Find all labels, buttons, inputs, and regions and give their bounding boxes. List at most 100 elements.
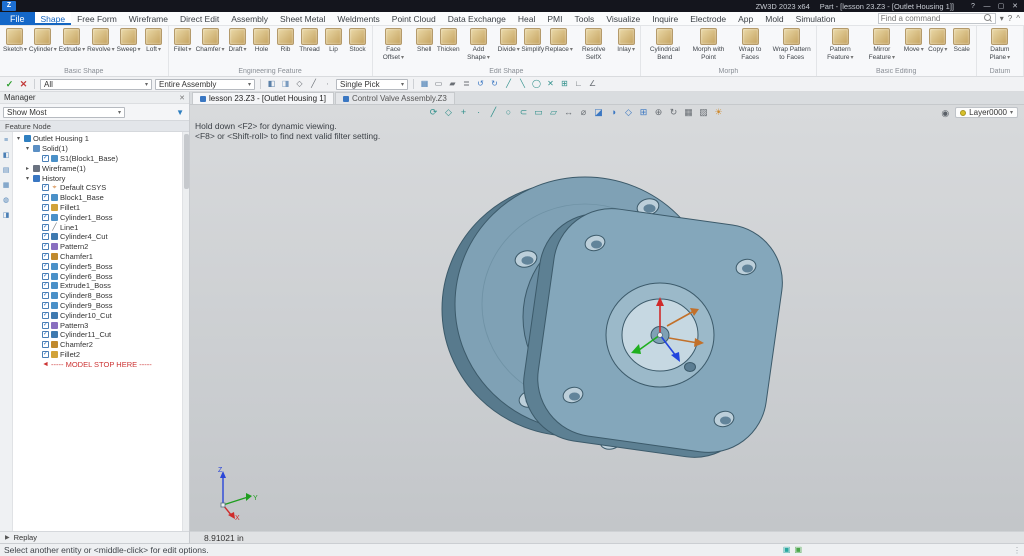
expander-icon[interactable]: ▸ — [24, 165, 31, 172]
tool-mirror-feature[interactable]: Mirror Feature▾ — [862, 27, 902, 66]
pick-filter-shape-icon[interactable]: ◧ — [266, 79, 277, 89]
confirm-icon[interactable]: ✓ — [4, 79, 15, 89]
help-icon[interactable]: ? — [966, 1, 980, 12]
menu-item-data-exchange[interactable]: Data Exchange — [442, 12, 512, 25]
visibility-checkbox[interactable]: ✓ — [42, 204, 49, 211]
viewport-3d[interactable]: ⟳◇+∙╱○⊂▭▱↔⌀◪◑◇⊞⊕↻▦▨☀ ◉ Layer0000 ▾ Hold … — [190, 105, 1024, 543]
manager-history-tab-icon[interactable]: ≡ — [4, 136, 8, 146]
restore-icon[interactable]: ▢ — [994, 1, 1008, 12]
document-tab-lesson-23-z3-outlet-housing-1[interactable]: lesson 23.Z3 - [Outlet Housing 1] — [192, 92, 334, 104]
window-select-icon[interactable]: ▭ — [433, 79, 444, 89]
tool-hole[interactable]: Hole — [250, 27, 274, 66]
manager-scrollbar[interactable] — [182, 132, 189, 531]
tool-divide[interactable]: Divide▾ — [497, 27, 521, 66]
command-search-input[interactable] — [881, 14, 984, 23]
menu-item-mold[interactable]: Mold — [759, 12, 789, 25]
tool-face-offset[interactable]: Face Offset▾ — [375, 27, 413, 66]
select-all-icon[interactable]: ▦ — [419, 79, 430, 89]
menu-item-tools[interactable]: Tools — [568, 12, 600, 25]
tool-lip[interactable]: Lip — [322, 27, 346, 66]
filter-funnel-icon[interactable]: ▼ — [176, 108, 186, 117]
tool-move[interactable]: Move▾ — [902, 27, 926, 66]
manager-layer-tab-icon[interactable]: ▤ — [3, 166, 10, 176]
tool-rib[interactable]: Rib — [274, 27, 298, 66]
pick-filter-edge-icon[interactable]: ◇ — [294, 79, 305, 89]
tree-item-history[interactable]: ▾History — [13, 173, 182, 183]
visibility-checkbox[interactable]: ✓ — [42, 184, 49, 191]
visibility-checkbox[interactable]: ✓ — [42, 331, 49, 338]
tool-wrap-to-faces[interactable]: Wrap to Faces — [731, 27, 770, 66]
quick-help-icon[interactable]: ? — [1008, 14, 1012, 24]
menu-item-shape[interactable]: Shape — [35, 12, 72, 25]
expander-icon[interactable]: ▾ — [24, 145, 31, 152]
snap-endpoint-icon[interactable]: ╲ — [517, 79, 528, 89]
manager-view-tab-icon[interactable]: ▦ — [3, 181, 10, 191]
manager-solid-tab-icon[interactable]: ◧ — [3, 151, 10, 161]
tool-inlay[interactable]: Inlay▾ — [614, 27, 638, 66]
tool-add-shape[interactable]: Add Shape▾ — [460, 27, 496, 66]
angle-snap-icon[interactable]: ∠ — [587, 79, 598, 89]
tree-item-cylinder5-boss[interactable]: ✓Cylinder5_Boss — [13, 261, 182, 271]
replay-bar[interactable]: ▶ Replay — [0, 531, 189, 543]
manager-visual-tab-icon[interactable]: ◍ — [3, 196, 9, 206]
tree-item-fillet2[interactable]: ✓Fillet2 — [13, 350, 182, 360]
visibility-checkbox[interactable]: ✓ — [42, 253, 49, 260]
undo-icon[interactable]: ↺ — [475, 79, 486, 89]
part-model[interactable] — [190, 105, 1024, 543]
cancel-icon[interactable]: ✕ — [18, 79, 29, 89]
display-filter-combo[interactable]: Show Most ▾ — [3, 107, 125, 118]
visibility-checkbox[interactable]: ✓ — [42, 273, 49, 280]
interface-style-icon[interactable]: ▾ — [1000, 14, 1004, 24]
chain-select-icon[interactable]: ≣ — [461, 79, 472, 89]
tree-item-chamfer2[interactable]: ✓Chamfer2 — [13, 340, 182, 350]
redo-icon[interactable]: ↻ — [489, 79, 500, 89]
visibility-checkbox[interactable]: ✓ — [42, 214, 49, 221]
tree-item-block1-base[interactable]: ✓Block1_Base — [13, 193, 182, 203]
tree-item-line1[interactable]: ✓╱Line1 — [13, 222, 182, 232]
menu-item-free-form[interactable]: Free Form — [71, 12, 123, 25]
polygon-select-icon[interactable]: ▰ — [447, 79, 458, 89]
menu-item-assembly[interactable]: Assembly — [225, 12, 274, 25]
document-tab-control-valve-assembly-z3[interactable]: Control Valve Assembly.Z3 — [335, 92, 455, 104]
expander-icon[interactable]: ▾ — [24, 175, 31, 182]
tree-item-solid-1[interactable]: ▾Solid(1) — [13, 144, 182, 154]
menu-item-visualize[interactable]: Visualize — [600, 12, 646, 25]
visibility-checkbox[interactable]: ✓ — [42, 302, 49, 309]
pick-scope-combo[interactable]: Entire Assembly ▾ — [155, 79, 255, 90]
visibility-checkbox[interactable]: ✓ — [42, 155, 49, 162]
tree-item-cylinder11-cut[interactable]: ✓Cylinder11_Cut — [13, 330, 182, 340]
tool-loft[interactable]: Loft▾ — [142, 27, 166, 66]
app-logo-icon[interactable]: Z — [2, 1, 16, 11]
menu-item-simulation[interactable]: Simulation — [790, 12, 842, 25]
visibility-checkbox[interactable]: ✓ — [42, 194, 49, 201]
tool-resolve-selfx[interactable]: Resolve SelfX — [573, 27, 614, 66]
tree-item-cylinder4-cut[interactable]: ✓Cylinder4_Cut — [13, 232, 182, 242]
pick-filter-point-icon[interactable]: ∙ — [322, 79, 333, 89]
ortho-icon[interactable]: ∟ — [573, 79, 584, 89]
tool-draft[interactable]: Draft▾ — [226, 27, 250, 66]
tree-item-default-csys[interactable]: ✓⌖Default CSYS — [13, 183, 182, 193]
tree-item-outlet-housing-1[interactable]: ▾Outlet Housing 1 — [13, 134, 182, 144]
tool-fillet[interactable]: Fillet▾ — [171, 27, 195, 66]
file-browser-icon[interactable]: ▣ — [783, 545, 791, 555]
menu-item-weldments[interactable]: Weldments — [331, 12, 385, 25]
minimize-icon[interactable]: — — [980, 1, 994, 12]
pick-filter-curve-icon[interactable]: ╱ — [308, 79, 319, 89]
tree-item-wireframe-1[interactable]: ▸Wireframe(1) — [13, 163, 182, 173]
menu-item-inquire[interactable]: Inquire — [646, 12, 684, 25]
tree-item-cylinder6-boss[interactable]: ✓Cylinder6_Boss — [13, 271, 182, 281]
snap-line-icon[interactable]: ╱ — [503, 79, 514, 89]
tool-stock[interactable]: Stock — [346, 27, 370, 66]
tool-sketch[interactable]: Sketch▾ — [2, 27, 28, 66]
tree-item-extrude1-boss[interactable]: ✓Extrude1_Boss — [13, 281, 182, 291]
menu-item-point-cloud[interactable]: Point Cloud — [386, 12, 442, 25]
tool-morph-with-point[interactable]: Morph with Point — [687, 27, 731, 66]
tool-cylindrical-bend[interactable]: Cylindrical Bend — [643, 27, 686, 66]
menu-item-electrode[interactable]: Electrode — [684, 12, 732, 25]
menu-item-pmi[interactable]: PMI — [541, 12, 568, 25]
snap-intersection-icon[interactable]: ✕ — [545, 79, 556, 89]
tool-pattern-feature[interactable]: Pattern Feature▾ — [819, 27, 862, 66]
visibility-checkbox[interactable]: ✓ — [42, 282, 49, 289]
tree-item-cylinder10-cut[interactable]: ✓Cylinder10_Cut — [13, 310, 182, 320]
visibility-checkbox[interactable]: ✓ — [42, 292, 49, 299]
